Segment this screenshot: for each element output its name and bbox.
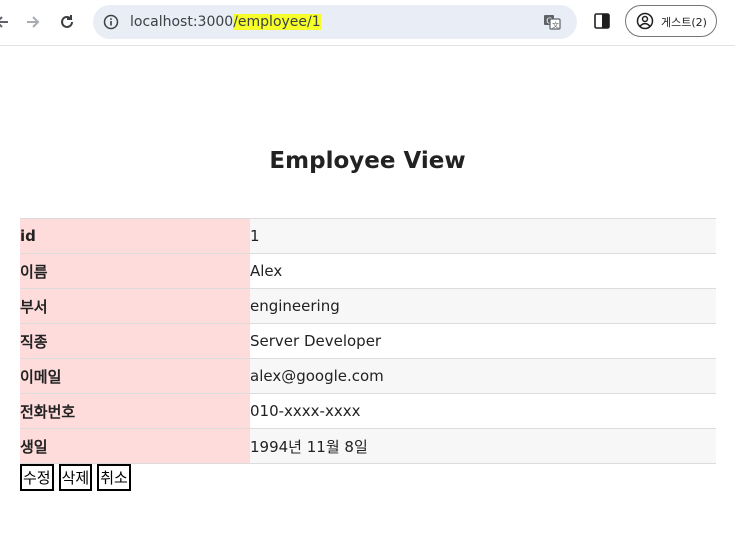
field-label-id: id [20,218,250,254]
field-value-id: 1 [250,218,716,254]
edit-button[interactable]: 수정 [20,464,54,491]
table-row: 전화번호 010-xxxx-xxxx [20,393,716,429]
field-label-birthday: 생일 [20,428,250,464]
field-value-birthday: 1994년 11월 8일 [250,428,716,464]
back-arrow-icon[interactable] [0,11,14,33]
table-row: 이메일 alex@google.com [20,358,716,394]
table-row: 생일 1994년 11월 8일 [20,428,716,464]
field-label-email: 이메일 [20,358,250,394]
field-value-department: engineering [250,288,716,324]
field-value-phone: 010-xxxx-xxxx [250,393,716,429]
field-label-job: 직종 [20,323,250,359]
field-label-department: 부서 [20,288,250,324]
url-text[interactable]: localhost:3000/employee/1 [130,14,321,30]
field-value-name: Alex [250,253,716,289]
cancel-button[interactable]: 취소 [97,464,131,491]
field-value-job: Server Developer [250,323,716,359]
translate-icon[interactable]: G 文 [543,13,561,31]
field-label-phone: 전화번호 [20,393,250,429]
url-host: localhost:3000 [130,14,234,30]
reload-icon[interactable] [56,11,78,33]
delete-button[interactable]: 삭제 [58,464,93,491]
table-row: 직종 Server Developer [20,323,716,359]
page-title: Employee View [269,148,466,174]
employee-details-table: id 1 이름 Alex 부서 engineering 직종 Server De… [20,218,716,464]
url-path-highlighted: /employee/1 [233,14,321,30]
account-circle-icon [636,12,654,30]
table-row: 이름 Alex [20,253,716,289]
side-panel-icon[interactable] [593,12,611,30]
address-bar[interactable]: localhost:3000/employee/1 G 文 [93,5,577,39]
site-info-icon[interactable] [103,14,119,30]
browser-toolbar: localhost:3000/employee/1 G 文 게스트(2) [0,0,735,46]
profile-label: 게스트(2) [661,16,707,29]
svg-text:文: 文 [552,21,559,30]
field-label-name: 이름 [20,253,250,289]
table-row: id 1 [20,218,716,254]
field-value-email: alex@google.com [250,358,716,394]
forward-arrow-icon[interactable] [21,11,43,33]
action-buttons: 수정 삭제 취소 [20,464,131,491]
table-row: 부서 engineering [20,288,716,324]
profile-button[interactable]: 게스트(2) [625,5,717,37]
